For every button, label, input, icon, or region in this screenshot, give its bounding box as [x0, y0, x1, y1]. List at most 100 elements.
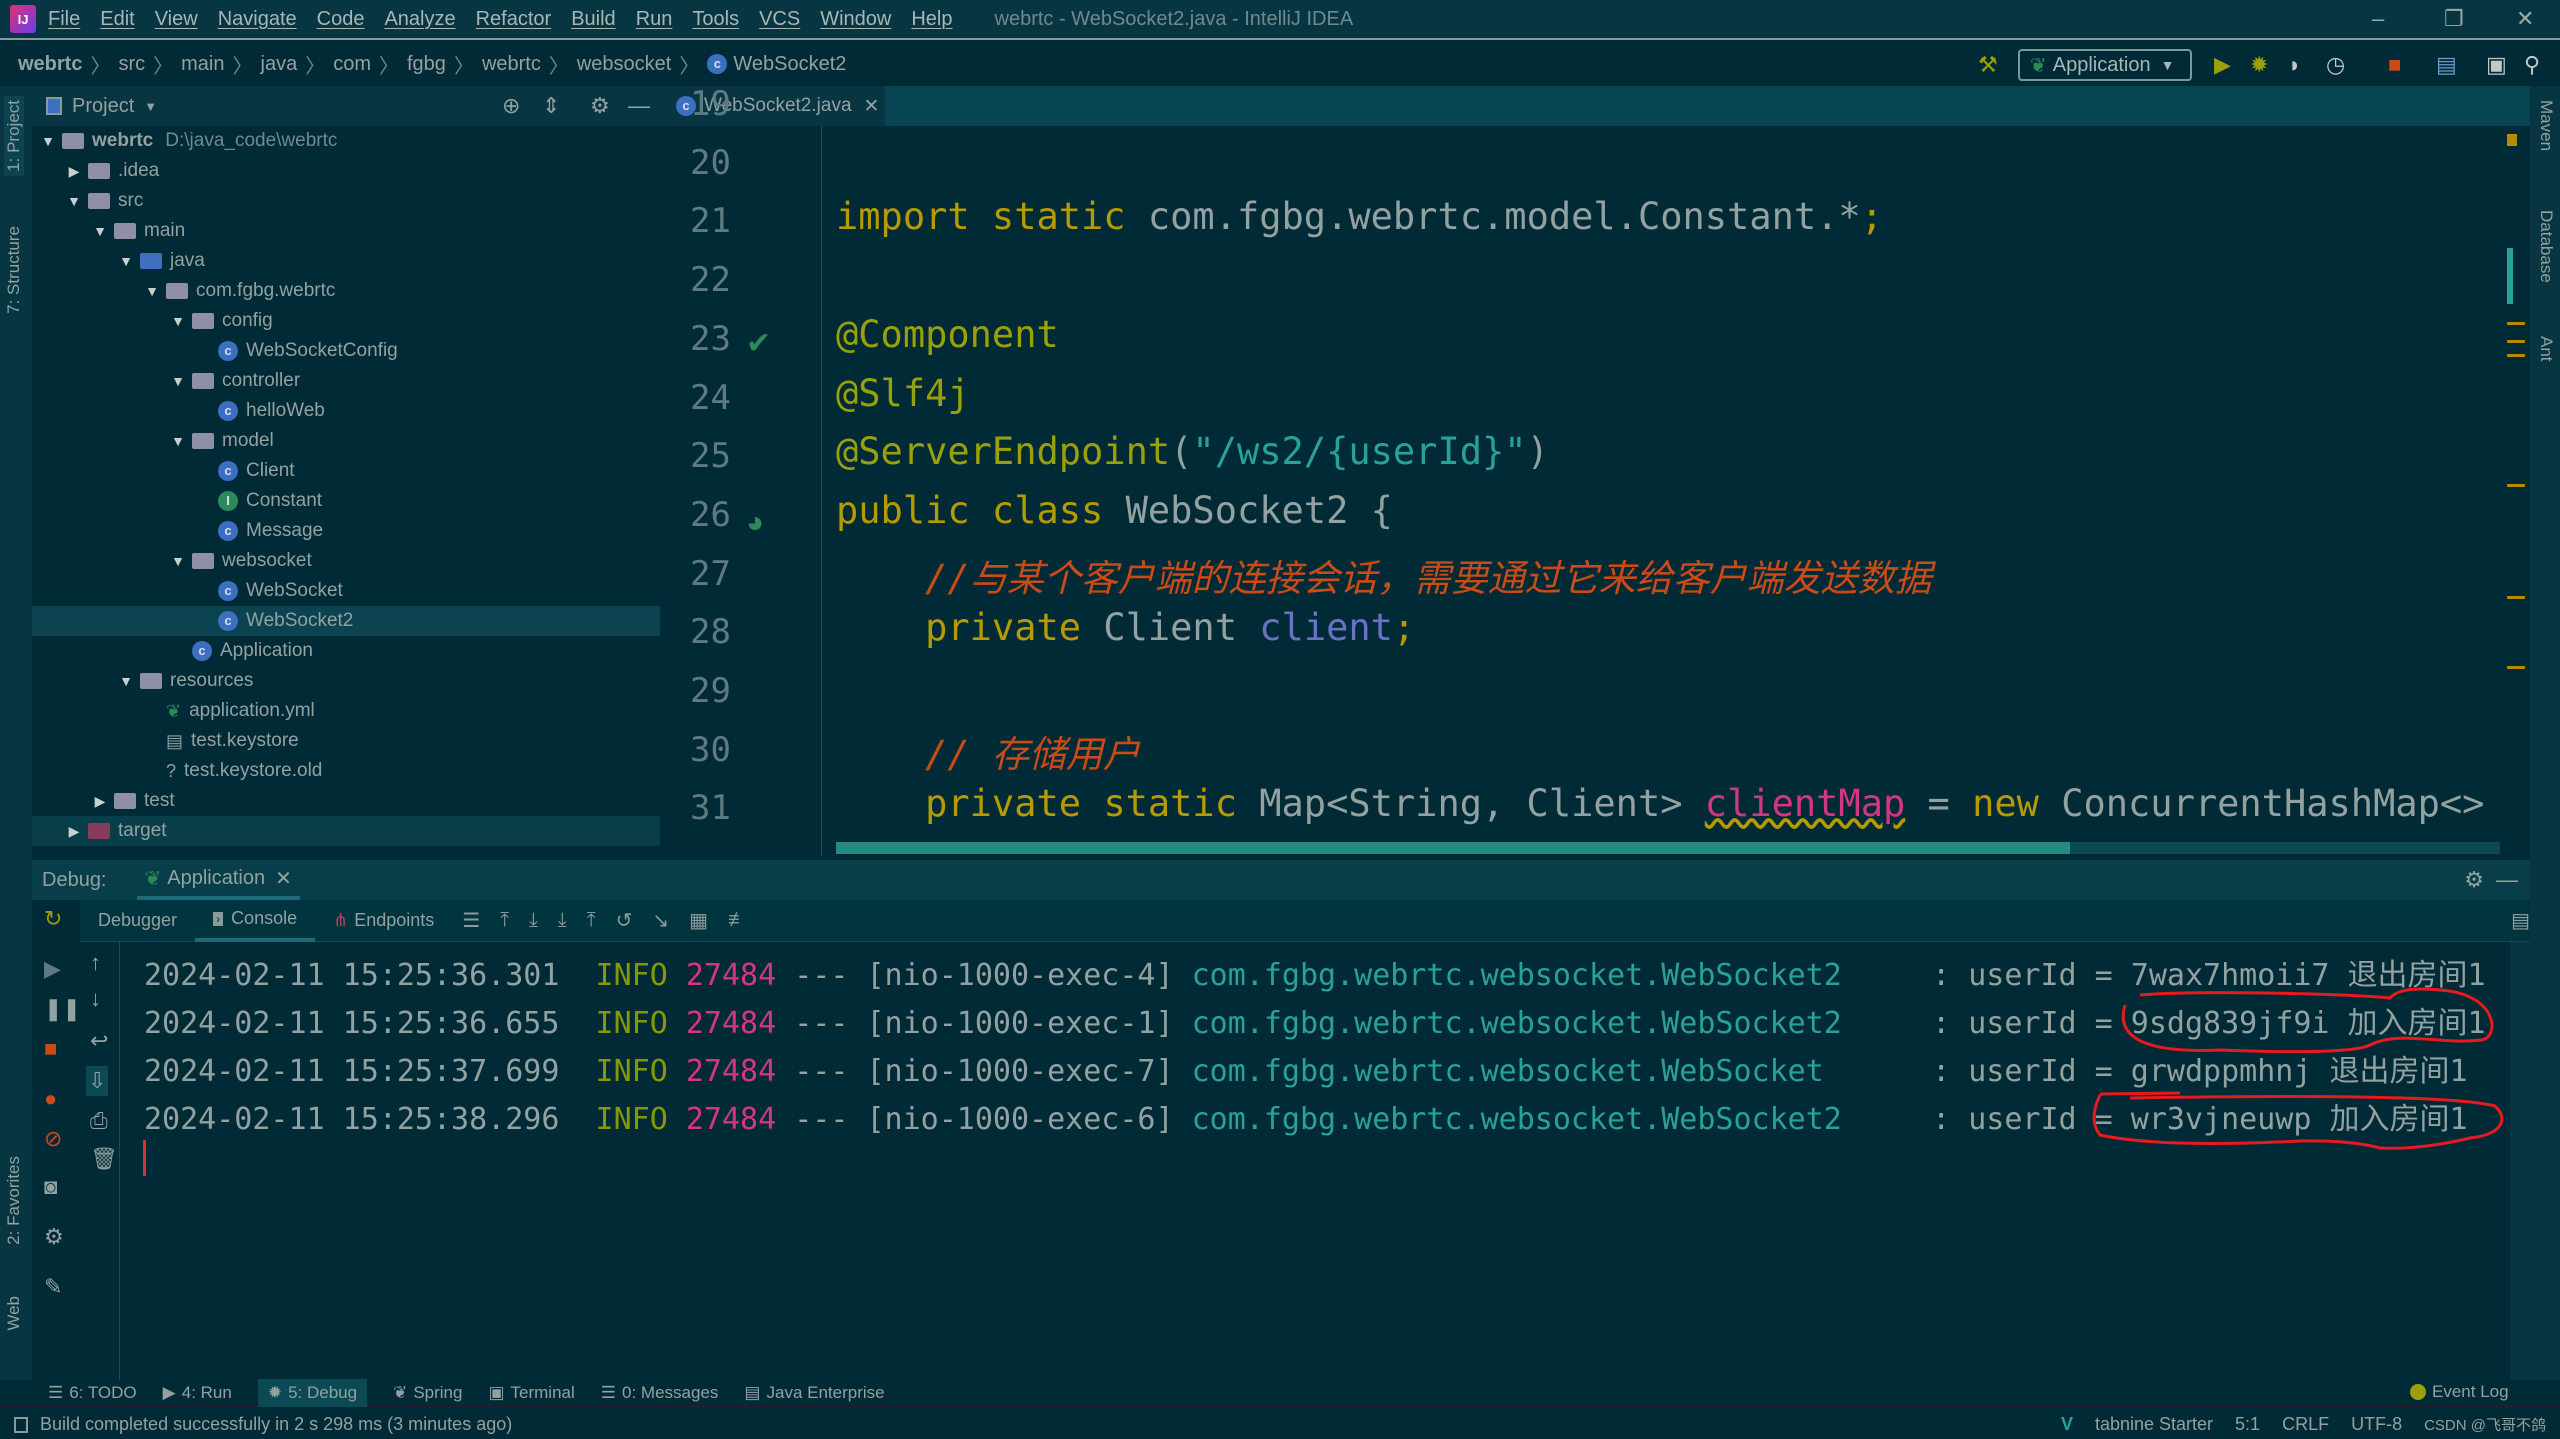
expanded-arrow-icon[interactable]: ▼ — [168, 313, 188, 329]
tab-database[interactable]: Database — [2536, 210, 2556, 283]
tool-window-spring[interactable]: ❦ Spring — [393, 1383, 462, 1403]
tool-window-run[interactable]: ▶ 4: Run — [163, 1383, 232, 1403]
caret-position[interactable]: 5:1 — [2235, 1414, 2260, 1435]
tool-window-java-enterprise[interactable]: ▤ Java Enterprise — [744, 1383, 884, 1403]
breadcrumb-item[interactable]: websocket — [577, 53, 672, 76]
menu-code[interactable]: Code — [317, 8, 365, 31]
tab-debugger[interactable]: Debugger — [80, 900, 195, 942]
tabnine-status[interactable]: tabnine Starter — [2095, 1414, 2213, 1435]
tree-item[interactable]: ▶ target — [32, 816, 660, 846]
tool-window-todo[interactable]: ☰ 6: TODO — [48, 1383, 137, 1403]
breadcrumb-item[interactable]: webrtc — [482, 53, 541, 76]
tree-item[interactable]: ▶ test — [32, 786, 660, 816]
gear-icon[interactable]: ⚙ — [2464, 867, 2484, 893]
menu-file[interactable]: File — [48, 8, 80, 31]
evaluate-icon[interactable]: ▦ — [689, 908, 708, 933]
close-tab-icon[interactable]: ✕ — [864, 95, 880, 118]
camera-icon[interactable]: ◙ — [44, 1174, 57, 1200]
file-encoding[interactable]: UTF-8 — [2351, 1414, 2402, 1435]
tree-item[interactable]: ❦ application.yml — [32, 696, 660, 726]
menu-edit[interactable]: Edit — [100, 8, 134, 31]
menu-window[interactable]: Window — [820, 8, 891, 31]
collapsed-arrow-icon[interactable]: ▶ — [90, 793, 110, 810]
tree-item[interactable]: ▼ java — [32, 246, 660, 276]
scrollbar-thumb[interactable] — [836, 842, 2070, 854]
expanded-arrow-icon[interactable]: ▼ — [142, 283, 162, 299]
menu-build[interactable]: Build — [571, 8, 615, 31]
layout-icon[interactable]: ▤ — [2511, 908, 2530, 933]
tree-item[interactable]: c Client — [32, 456, 660, 486]
print-icon[interactable]: ⎙ — [90, 1108, 108, 1134]
project-view-select[interactable]: Project — [72, 95, 134, 118]
menu-vcs[interactable]: VCS — [759, 8, 800, 31]
tab-structure[interactable]: 7: Structure — [4, 226, 24, 314]
console-scrollbar[interactable] — [2510, 942, 2530, 1380]
menu-refactor[interactable]: Refactor — [476, 8, 552, 31]
tree-item[interactable]: ▼ src — [32, 186, 660, 216]
close-button[interactable]: ✕ — [2516, 6, 2534, 32]
pin-icon[interactable]: ✎ — [44, 1274, 62, 1300]
stop-icon[interactable]: ■ — [44, 1036, 57, 1062]
breadcrumb-item[interactable]: fgbg — [407, 53, 446, 76]
breadcrumb-item[interactable]: main — [181, 53, 224, 76]
trash-icon[interactable]: 🗑 — [90, 1146, 118, 1172]
tree-item[interactable]: ▼ config — [32, 306, 660, 336]
tree-item[interactable]: ▤ test.keystore — [32, 726, 660, 756]
menu-navigate[interactable]: Navigate — [218, 8, 297, 31]
expanded-arrow-icon[interactable]: ▼ — [168, 373, 188, 389]
soft-wrap-icon[interactable]: ↩ — [90, 1028, 108, 1054]
step-out-icon[interactable]: ⤒ — [587, 909, 596, 932]
tree-item[interactable]: ▼ webrtc D:\java_code\webrtc — [32, 126, 660, 156]
tree-item[interactable]: c Message — [32, 516, 660, 546]
stop-icon[interactable]: ■ — [2388, 52, 2401, 78]
tool-window-terminal[interactable]: ▣ Terminal — [488, 1383, 574, 1403]
minimize-button[interactable]: – — [2372, 6, 2384, 32]
tab-endpoints[interactable]: ⋔ Endpoints — [315, 900, 452, 942]
down-icon[interactable]: ↓ — [90, 986, 101, 1012]
close-session-icon[interactable]: ✕ — [275, 866, 292, 891]
locate-icon[interactable]: ⊕ — [502, 93, 520, 119]
project-structure-icon[interactable]: ▤ — [2436, 52, 2457, 78]
tab-favorites[interactable]: 2: Favorites — [4, 1156, 24, 1245]
tree-item[interactable]: I Constant — [32, 486, 660, 516]
terminal-icon[interactable]: ▣ — [2486, 52, 2507, 78]
pause-icon[interactable]: ❚❚ — [44, 996, 81, 1022]
step-into-icon[interactable]: ⤓ — [558, 909, 567, 932]
breadcrumb-item[interactable]: WebSocket2 — [733, 53, 846, 76]
tab-ant[interactable]: Ant — [2536, 336, 2556, 362]
expanded-arrow-icon[interactable]: ▼ — [90, 223, 110, 239]
tab-web[interactable]: Web — [4, 1296, 24, 1331]
coverage-icon[interactable]: ◗ — [2288, 52, 2301, 78]
rerun-icon[interactable]: ↻ — [44, 906, 62, 932]
run-icon[interactable]: ▶ — [2214, 52, 2231, 78]
expanded-arrow-icon[interactable]: ▼ — [168, 433, 188, 449]
tree-item[interactable]: ▼ com.fgbg.webrtc — [32, 276, 660, 306]
tab-maven[interactable]: Maven — [2536, 100, 2556, 151]
menu-tools[interactable]: Tools — [692, 8, 739, 31]
console-output[interactable]: 2024-02-11 15:25:36.301 INFO 27484 --- [… — [120, 942, 2510, 1380]
tree-item[interactable]: c helloWeb — [32, 396, 660, 426]
restore-button[interactable]: ❐ — [2444, 6, 2464, 32]
event-log-button[interactable]: Event Log — [2410, 1382, 2509, 1402]
breadcrumb-item[interactable]: com — [333, 53, 371, 76]
tree-item[interactable]: ▶ .idea — [32, 156, 660, 186]
horizontal-scrollbar[interactable] — [836, 842, 2500, 854]
expanded-arrow-icon[interactable]: ▼ — [116, 673, 136, 689]
tree-item[interactable]: c Application — [32, 636, 660, 666]
expanded-arrow-icon[interactable]: ▼ — [38, 133, 58, 149]
status-toggle-icon[interactable] — [14, 1416, 28, 1433]
code-editor[interactable]: import java.util.concurrent.ConcurrentHa… — [836, 126, 2530, 856]
profile-icon[interactable]: ◷ — [2326, 52, 2345, 78]
trace-icon[interactable]: ≢ — [728, 909, 748, 932]
mute-breakpoints-icon[interactable]: ⊘ — [44, 1126, 62, 1152]
hammer-icon[interactable]: ⚒ — [1978, 52, 1998, 78]
breadcrumb-item[interactable]: webrtc — [18, 53, 82, 76]
spring-bean-icon[interactable]: ✔ — [746, 326, 771, 361]
expanded-arrow-icon[interactable]: ▼ — [64, 193, 84, 209]
expanded-arrow-icon[interactable]: ▼ — [116, 253, 136, 269]
show-execution-point-icon[interactable]: ⤒ — [500, 909, 509, 932]
tool-window-debug[interactable]: ✹ 5: Debug — [257, 1378, 368, 1407]
collapse-all-icon[interactable]: ⇕ — [542, 93, 560, 119]
run-config-select[interactable]: ❦ Application ▼ — [2018, 49, 2192, 81]
tab-console[interactable]: › Console — [195, 900, 316, 942]
